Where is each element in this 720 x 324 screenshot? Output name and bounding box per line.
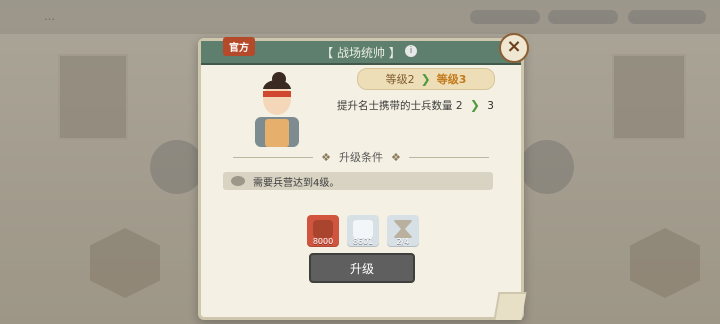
upgrade-effect: 提升名士携带的士兵数量 2 ❯ 3: [337, 98, 497, 113]
hourglass-icon: [393, 220, 413, 238]
general-avatar: [255, 72, 299, 147]
cost-item-hourglass[interactable]: 2/4: [387, 215, 419, 247]
cost-item-stone[interactable]: 8601: [347, 215, 379, 247]
effect-arrow-icon: ❯: [469, 98, 480, 112]
cost-amount: 8000: [312, 237, 334, 246]
level-indicator: 等级2 ❯ 等级3: [357, 68, 495, 90]
divider-line: [408, 156, 489, 158]
divider-line: [233, 156, 314, 158]
wood-icon: [313, 220, 333, 238]
upgrade-button[interactable]: 升级: [309, 253, 415, 283]
panel-corner: [493, 292, 527, 320]
condition-text: 需要兵营达到4级。: [253, 177, 340, 189]
panel-header: 官方 【 战场统帅 】 i ×: [201, 33, 529, 65]
cost-item-wood[interactable]: 8000: [307, 215, 339, 247]
level-arrow-icon: ❯: [420, 72, 431, 86]
upgrade-panel: 官方 【 战场统帅 】 i × 等级2 ❯ 等级3 提升名士携带的士兵数量 2 …: [198, 33, 529, 320]
next-level: 等级3: [436, 73, 467, 86]
diamond-icon: ❖: [321, 150, 331, 164]
effect-text: 提升名士携带的士兵数量 2: [337, 100, 463, 112]
cost-amount: 8601: [352, 237, 374, 246]
close-button[interactable]: ×: [499, 33, 529, 63]
diamond-icon: ❖: [391, 150, 401, 164]
section-divider: ❖ 升级条件 ❖: [233, 149, 489, 165]
cost-amount: 2/4: [396, 237, 410, 246]
stone-icon: [353, 220, 373, 238]
cost-items: 8000 8601 2/4: [307, 215, 419, 247]
current-level: 等级2: [385, 73, 415, 86]
barracks-icon: [231, 176, 245, 186]
upgrade-condition-row: 需要兵营达到4级。: [223, 172, 493, 190]
panel-title: 【 战场统帅 】: [321, 46, 401, 60]
info-icon[interactable]: i: [405, 45, 417, 57]
section-title: 升级条件: [339, 151, 383, 164]
effect-next-value: 3: [487, 100, 494, 112]
close-icon: ×: [506, 36, 522, 57]
